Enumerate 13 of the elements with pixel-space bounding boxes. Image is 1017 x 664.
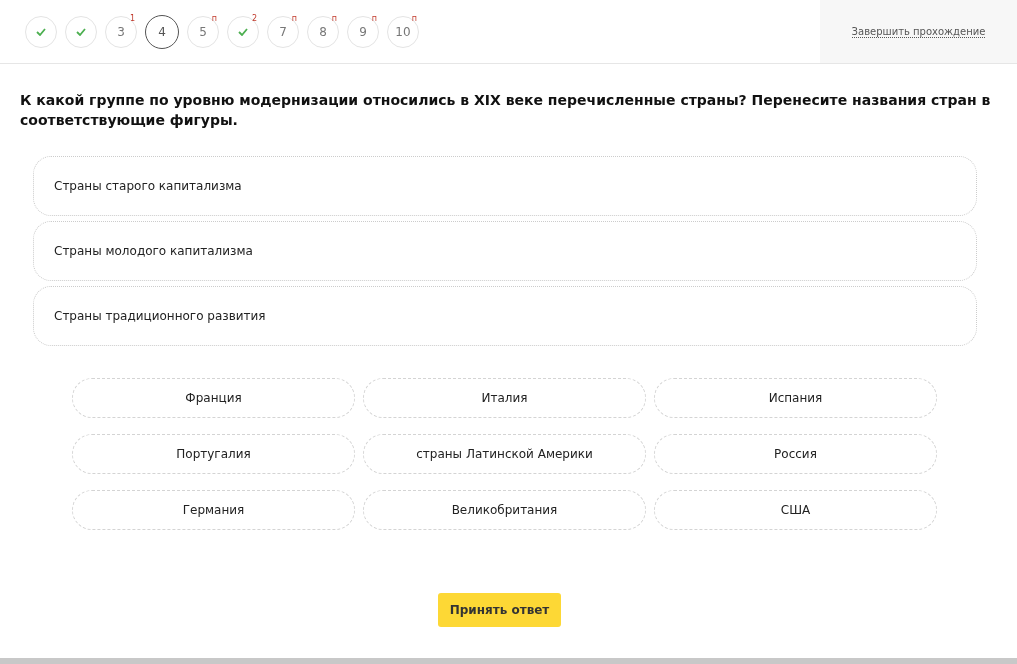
submit-button[interactable]: Принять ответ (438, 593, 561, 627)
check-icon (36, 27, 46, 36)
finish-link[interactable]: Завершить прохождение (851, 25, 986, 38)
step-superscript-label: п (331, 14, 337, 23)
check-icon (238, 27, 248, 36)
question-text: К какой группе по уровню модернизации относились в XIX веке перечисленные страны? Перенесите названия стран в соответствующие фигуры. (19, 91, 992, 130)
step-superscript-label: п (211, 14, 217, 23)
step-superscript-label: 1 (129, 14, 135, 23)
step-superscript-label: п (411, 14, 417, 23)
check-icon (76, 27, 86, 36)
step-superscript-label: п (371, 14, 377, 23)
step-superscript-label: п (291, 14, 297, 23)
step-superscript-label: 2 (251, 14, 257, 23)
